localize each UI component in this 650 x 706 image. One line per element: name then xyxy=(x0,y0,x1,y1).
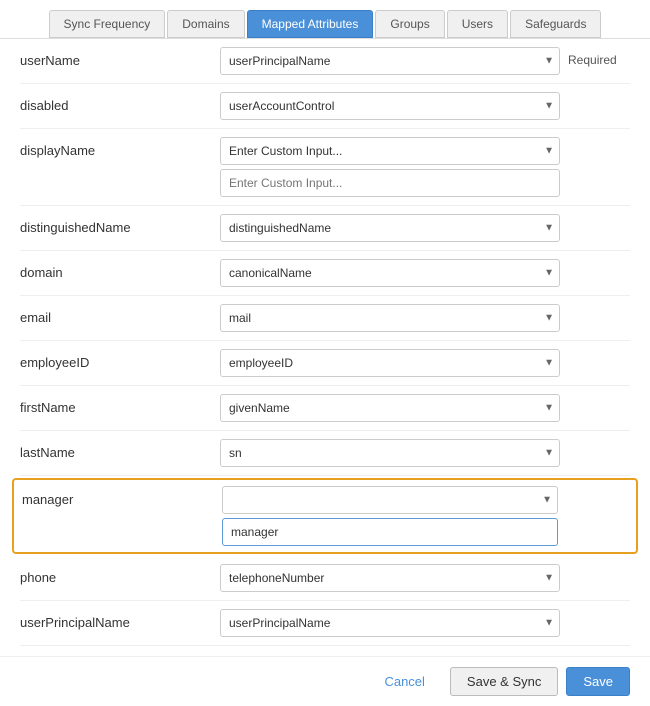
row-userName: userName userPrincipalName ▼ Required xyxy=(20,39,630,84)
row-lastName: lastName sn ▼ xyxy=(20,431,630,476)
row-email: email mail ▼ xyxy=(20,296,630,341)
select-domain[interactable]: canonicalName xyxy=(220,259,560,287)
row-domain: domain canonicalName ▼ xyxy=(20,251,630,296)
content-area: userName userPrincipalName ▼ Required di… xyxy=(0,39,650,656)
required-spacer-displayName xyxy=(560,137,630,143)
custom-input-displayName[interactable] xyxy=(220,169,560,197)
required-spacer-email xyxy=(560,304,630,310)
select-userName[interactable]: userPrincipalName xyxy=(220,47,560,75)
required-spacer-firstName xyxy=(560,394,630,400)
text-input-manager[interactable] xyxy=(222,518,558,546)
tab-sync-frequency[interactable]: Sync Frequency xyxy=(49,10,166,38)
tabs-bar: Sync Frequency Domains Mapped Attributes… xyxy=(0,0,650,39)
select-lastName[interactable]: sn xyxy=(220,439,560,467)
save-sync-button[interactable]: Save & Sync xyxy=(450,667,558,696)
select-email[interactable]: mail xyxy=(220,304,560,332)
select-wrapper-email: mail ▼ xyxy=(220,304,560,332)
select-wrapper-manager: ▼ xyxy=(222,486,558,514)
select-wrapper-displayName: Enter Custom Input... ▼ xyxy=(220,137,560,165)
select-wrapper-firstName: givenName ▼ xyxy=(220,394,560,422)
input-area-userName: userPrincipalName ▼ xyxy=(220,47,560,75)
label-domain: domain xyxy=(20,259,220,280)
row-manager: manager ▼ xyxy=(12,478,638,554)
required-spacer-disabled xyxy=(560,92,630,98)
tab-domains[interactable]: Domains xyxy=(167,10,244,38)
save-button[interactable]: Save xyxy=(566,667,630,696)
input-area-email: mail ▼ xyxy=(220,304,560,332)
select-employeeID[interactable]: employeeID xyxy=(220,349,560,377)
select-wrapper-distinguishedName: distinguishedName ▼ xyxy=(220,214,560,242)
select-wrapper-disabled: userAccountControl ▼ xyxy=(220,92,560,120)
label-phone: phone xyxy=(20,564,220,585)
input-area-distinguishedName: distinguishedName ▼ xyxy=(220,214,560,242)
label-distinguishedName: distinguishedName xyxy=(20,214,220,235)
footer: Cancel Save & Sync Save xyxy=(0,656,650,706)
row-employeeID: employeeID employeeID ▼ xyxy=(20,341,630,386)
select-wrapper-employeeID: employeeID ▼ xyxy=(220,349,560,377)
input-area-employeeID: employeeID ▼ xyxy=(220,349,560,377)
select-manager[interactable] xyxy=(222,486,558,514)
input-area-lastName: sn ▼ xyxy=(220,439,560,467)
tab-users[interactable]: Users xyxy=(447,10,508,38)
required-spacer-phone xyxy=(560,564,630,570)
select-userPrincipalName[interactable]: userPrincipalName xyxy=(220,609,560,637)
label-userPrincipalName: userPrincipalName xyxy=(20,609,220,630)
select-disabled[interactable]: userAccountControl xyxy=(220,92,560,120)
row-distinguishedName: distinguishedName distinguishedName ▼ xyxy=(20,206,630,251)
select-wrapper-userName: userPrincipalName ▼ xyxy=(220,47,560,75)
tab-groups[interactable]: Groups xyxy=(375,10,444,38)
select-wrapper-phone: telephoneNumber ▼ xyxy=(220,564,560,592)
select-wrapper-lastName: sn ▼ xyxy=(220,439,560,467)
label-displayName: displayName xyxy=(20,137,220,158)
required-spacer-userPrincipalName xyxy=(560,609,630,615)
required-badge-userName: Required xyxy=(560,47,630,67)
select-wrapper-userPrincipalName: userPrincipalName ▼ xyxy=(220,609,560,637)
row-phone: phone telephoneNumber ▼ xyxy=(20,556,630,601)
tab-safeguards[interactable]: Safeguards xyxy=(510,10,601,38)
input-area-phone: telephoneNumber ▼ xyxy=(220,564,560,592)
tab-mapped-attributes[interactable]: Mapped Attributes xyxy=(247,10,374,38)
input-area-firstName: givenName ▼ xyxy=(220,394,560,422)
select-phone[interactable]: telephoneNumber xyxy=(220,564,560,592)
label-userName: userName xyxy=(20,47,220,68)
input-area-displayName: Enter Custom Input... ▼ xyxy=(220,137,560,197)
input-area-manager: ▼ xyxy=(222,486,558,546)
row-firstName: firstName givenName ▼ xyxy=(20,386,630,431)
input-area-disabled: userAccountControl ▼ xyxy=(220,92,560,120)
select-wrapper-domain: canonicalName ▼ xyxy=(220,259,560,287)
input-area-userPrincipalName: userPrincipalName ▼ xyxy=(220,609,560,637)
select-distinguishedName[interactable]: distinguishedName xyxy=(220,214,560,242)
label-employeeID: employeeID xyxy=(20,349,220,370)
required-spacer-lastName xyxy=(560,439,630,445)
label-manager: manager xyxy=(22,486,222,507)
label-email: email xyxy=(20,304,220,325)
required-spacer-distinguishedName xyxy=(560,214,630,220)
row-displayName: displayName Enter Custom Input... ▼ xyxy=(20,129,630,206)
cancel-button[interactable]: Cancel xyxy=(367,667,441,696)
required-spacer-domain xyxy=(560,259,630,265)
input-area-domain: canonicalName ▼ xyxy=(220,259,560,287)
required-spacer-manager xyxy=(558,486,628,492)
row-disabled: disabled userAccountControl ▼ xyxy=(20,84,630,129)
label-disabled: disabled xyxy=(20,92,220,113)
required-spacer-employeeID xyxy=(560,349,630,355)
label-firstName: firstName xyxy=(20,394,220,415)
select-displayName[interactable]: Enter Custom Input... xyxy=(220,137,560,165)
label-lastName: lastName xyxy=(20,439,220,460)
select-firstName[interactable]: givenName xyxy=(220,394,560,422)
